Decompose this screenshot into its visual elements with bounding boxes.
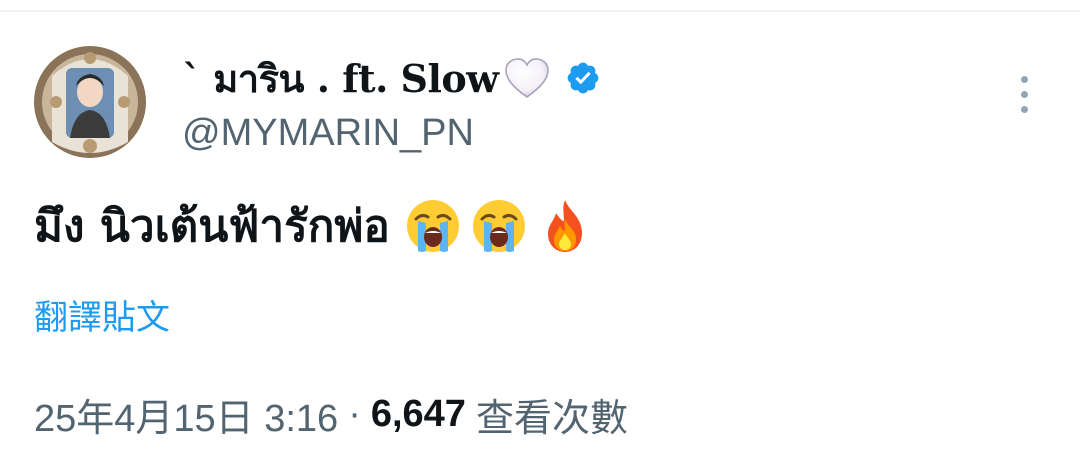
more-options-button[interactable] bbox=[1008, 70, 1040, 118]
verified-badge-icon[interactable] bbox=[565, 60, 601, 96]
loudly-crying-face-icon bbox=[470, 197, 528, 255]
white-heart-icon bbox=[503, 56, 551, 100]
more-dot-icon bbox=[1020, 90, 1028, 98]
views-label: 查看次數 bbox=[475, 397, 628, 440]
tweet-meta: 25年4月15日 3:16 · 6,647 查看次數 bbox=[34, 390, 628, 440]
meta-separator: · bbox=[348, 392, 361, 435]
fire-icon bbox=[536, 197, 594, 255]
avatar[interactable] bbox=[34, 46, 146, 158]
user-handle[interactable]: @MYMARIN_PN bbox=[182, 112, 474, 155]
translate-post-link[interactable]: 翻譯貼文 bbox=[34, 290, 170, 339]
user-name-row: ` มาริน . ft. Slow bbox=[182, 56, 601, 101]
tweet-text: มึง นิวเต้นฟ้ารักพ่อ bbox=[34, 190, 594, 262]
tweet-text-body: มึง นิวเต้นฟ้ารักพ่อ bbox=[34, 201, 390, 252]
loudly-crying-face-icon bbox=[404, 197, 462, 255]
tweet-timestamp[interactable]: 25年4月15日 3:16 bbox=[34, 387, 338, 442]
avatar-image bbox=[34, 46, 146, 158]
more-dot-icon bbox=[1020, 75, 1028, 83]
display-name[interactable]: ` มาริน . ft. Slow bbox=[182, 48, 499, 109]
more-dot-icon bbox=[1020, 105, 1028, 113]
top-divider bbox=[0, 10, 1080, 12]
views-count: 6,647 bbox=[370, 392, 466, 435]
